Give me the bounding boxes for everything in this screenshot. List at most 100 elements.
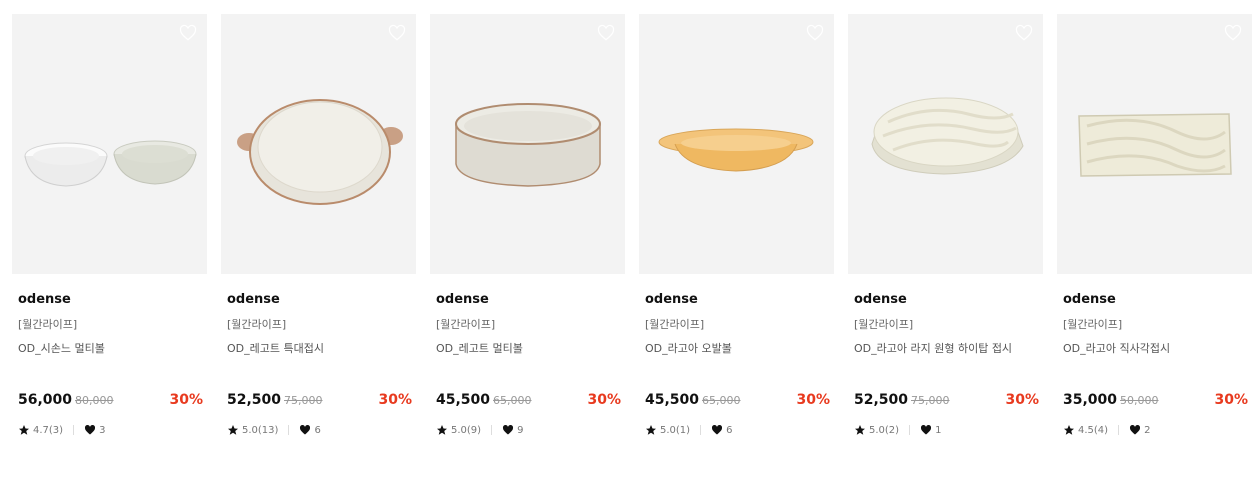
heart-filled-icon	[1129, 424, 1141, 436]
product-tag: [월간라이프]	[854, 318, 914, 331]
wishlist-heart-icon[interactable]	[806, 24, 824, 42]
rating-value: 4.5(4)	[1078, 424, 1109, 436]
product-image[interactable]	[639, 14, 834, 274]
price-row: 45,500 65,000 30%	[639, 392, 834, 410]
sale-price: 35,000	[1063, 392, 1118, 408]
sale-price: 52,500	[227, 392, 282, 408]
discount-rate: 30%	[1214, 392, 1248, 408]
brand-name[interactable]: odense	[430, 292, 625, 308]
product-photo	[237, 99, 403, 205]
meta-row: 4.7(3) 3	[12, 423, 207, 437]
wishlist-heart-icon[interactable]	[1224, 24, 1242, 42]
wishlist-heart-icon[interactable]	[179, 24, 197, 42]
brand-name[interactable]: odense	[1057, 292, 1252, 308]
product-image[interactable]	[848, 14, 1043, 274]
discount-rate: 30%	[796, 392, 830, 408]
product-grid: odense [월간라이프] OD_시손느 멀티볼 56,000 80,000 …	[12, 14, 1252, 437]
rating-value: 5.0(9)	[451, 424, 482, 436]
rating-value: 5.0(1)	[660, 424, 691, 436]
product-title[interactable]: OD_라고아 라지 원형 하이탑 접시	[848, 340, 1043, 355]
original-price: 65,000	[493, 394, 532, 407]
product-title[interactable]: OD_시손느 멀티볼	[12, 340, 207, 355]
like-count: 1	[935, 424, 942, 436]
star-icon	[645, 424, 657, 436]
product-tag: [월간라이프]	[18, 318, 78, 331]
heart-filled-icon	[84, 424, 96, 436]
original-price: 50,000	[1120, 394, 1159, 407]
divider	[700, 425, 702, 435]
heart-filled-icon	[920, 424, 932, 436]
heart-filled-icon	[502, 424, 514, 436]
meta-row: 5.0(1) 6	[639, 423, 834, 437]
star-icon	[18, 424, 30, 436]
discount-rate: 30%	[169, 392, 203, 408]
product-photo	[871, 97, 1024, 175]
product-image[interactable]	[1057, 14, 1252, 274]
product-tag: [월간라이프]	[1063, 318, 1123, 331]
product-tag: [월간라이프]	[227, 318, 287, 331]
brand-name[interactable]: odense	[12, 292, 207, 308]
divider	[909, 425, 911, 435]
product-card[interactable]: odense [월간라이프] OD_라고아 라지 원형 하이탑 접시 52,50…	[848, 14, 1043, 437]
meta-row: 5.0(13) 6	[221, 423, 416, 437]
brand-name[interactable]: odense	[221, 292, 416, 308]
product-card[interactable]: odense [월간라이프] OD_레고트 멀티볼 45,500 65,000 …	[430, 14, 625, 437]
like-count: 6	[314, 424, 321, 436]
divider	[491, 425, 493, 435]
like-count: 2	[1144, 424, 1151, 436]
star-icon	[436, 424, 448, 436]
product-photo	[1078, 113, 1232, 177]
brand-name[interactable]: odense	[848, 292, 1043, 308]
rating-value: 4.7(3)	[33, 424, 64, 436]
price-row: 52,500 75,000 30%	[221, 392, 416, 410]
product-card[interactable]: odense [월간라이프] OD_라고아 직사각접시 35,000 50,00…	[1057, 14, 1252, 437]
original-price: 75,000	[284, 394, 323, 407]
product-image[interactable]	[12, 14, 207, 274]
product-photo	[455, 103, 601, 187]
price-row: 35,000 50,000 30%	[1057, 392, 1252, 410]
product-tag: [월간라이프]	[436, 318, 496, 331]
divider	[73, 425, 75, 435]
heart-filled-icon	[299, 424, 311, 436]
divider	[1118, 425, 1120, 435]
product-photo	[658, 128, 814, 172]
product-card[interactable]: odense [월간라이프] OD_라고아 오발볼 45,500 65,000 …	[639, 14, 834, 437]
brand-name[interactable]: odense	[639, 292, 834, 308]
product-tag: [월간라이프]	[645, 318, 705, 331]
meta-row: 5.0(2) 1	[848, 423, 1043, 437]
divider	[288, 425, 290, 435]
price-row: 56,000 80,000 30%	[12, 392, 207, 410]
discount-rate: 30%	[378, 392, 412, 408]
product-image[interactable]	[221, 14, 416, 274]
sale-price: 56,000	[18, 392, 73, 408]
product-image[interactable]	[430, 14, 625, 274]
star-icon	[1063, 424, 1075, 436]
star-icon	[227, 424, 239, 436]
product-card[interactable]: odense [월간라이프] OD_시손느 멀티볼 56,000 80,000 …	[12, 14, 207, 437]
wishlist-heart-icon[interactable]	[1015, 24, 1033, 42]
discount-rate: 30%	[587, 392, 621, 408]
product-title[interactable]: OD_레고트 멀티볼	[430, 340, 625, 355]
like-count: 9	[517, 424, 524, 436]
meta-row: 4.5(4) 2	[1057, 423, 1252, 437]
product-card[interactable]: odense [월간라이프] OD_레고트 특대접시 52,500 75,000…	[221, 14, 416, 437]
product-title[interactable]: OD_라고아 오발볼	[639, 340, 834, 355]
like-count: 6	[726, 424, 733, 436]
price-row: 45,500 65,000 30%	[430, 392, 625, 410]
wishlist-heart-icon[interactable]	[597, 24, 615, 42]
heart-filled-icon	[711, 424, 723, 436]
sale-price: 45,500	[645, 392, 700, 408]
rating-value: 5.0(2)	[869, 424, 900, 436]
original-price: 80,000	[75, 394, 114, 407]
original-price: 75,000	[911, 394, 950, 407]
sale-price: 45,500	[436, 392, 491, 408]
product-title[interactable]: OD_레고트 특대접시	[221, 340, 416, 355]
wishlist-heart-icon[interactable]	[388, 24, 406, 42]
product-title[interactable]: OD_라고아 직사각접시	[1057, 340, 1252, 355]
product-photo	[24, 140, 197, 187]
rating-value: 5.0(13)	[242, 424, 279, 436]
discount-rate: 30%	[1005, 392, 1039, 408]
sale-price: 52,500	[854, 392, 909, 408]
original-price: 65,000	[702, 394, 741, 407]
like-count: 3	[99, 424, 106, 436]
